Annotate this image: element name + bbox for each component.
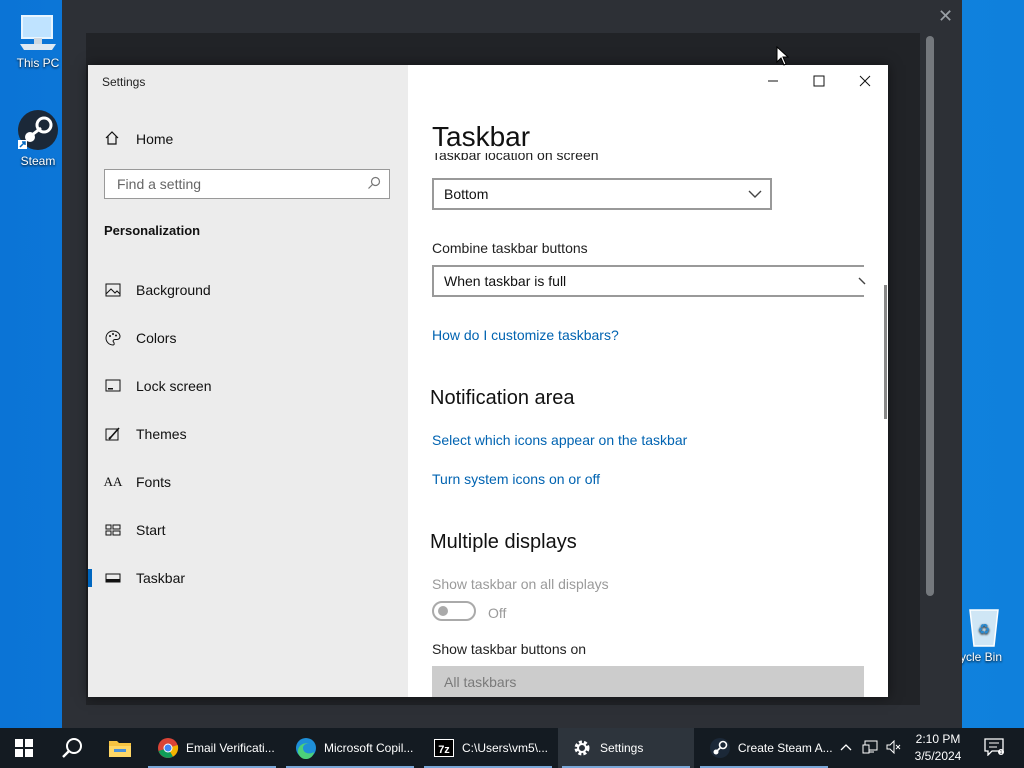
- steam-icon: [16, 108, 60, 152]
- clock-time: 2:10 PM: [915, 732, 961, 746]
- taskbar-app-steam[interactable]: Create Steam A...: [696, 728, 832, 768]
- taskbar-app-label: Create Steam A...: [737, 741, 832, 755]
- select-icons-link[interactable]: Select which icons appear on the taskbar: [432, 432, 687, 448]
- svg-text:♻: ♻: [978, 621, 991, 637]
- volume-muted-icon[interactable]: [886, 739, 902, 757]
- palette-icon: [104, 329, 122, 347]
- sidebar-item-start[interactable]: Start: [88, 511, 408, 549]
- edge-icon: [294, 736, 318, 760]
- close-button[interactable]: [842, 65, 888, 97]
- taskbar-icon: [104, 569, 122, 587]
- sidebar-item-label: Colors: [136, 330, 177, 346]
- picture-icon: [104, 281, 122, 299]
- search-input[interactable]: [115, 170, 359, 198]
- customize-taskbars-link[interactable]: How do I customize taskbars?: [432, 327, 619, 343]
- close-icon[interactable]: ✕: [938, 6, 953, 27]
- show-all-displays-label: Show taskbar on all displays: [432, 576, 609, 592]
- windows-logo-icon: [15, 739, 33, 757]
- nav-home[interactable]: Home: [104, 127, 173, 151]
- location-value: Bottom: [444, 186, 489, 202]
- taskbar-app-7zip[interactable]: 7z C:\Users\vm5\...: [420, 728, 556, 768]
- toggle-state: Off: [488, 605, 507, 621]
- content-scrollbar[interactable]: [884, 285, 887, 419]
- desktop-icon-steam[interactable]: Steam: [8, 108, 68, 168]
- network-icon[interactable]: [862, 740, 878, 757]
- search-box: [104, 169, 390, 199]
- settings-gear-icon: [570, 736, 594, 760]
- search-button[interactable]: [48, 728, 96, 768]
- recycle-bin-icon: ♻: [962, 604, 1006, 648]
- search-icon: [62, 738, 82, 758]
- sidebar-item-background[interactable]: Background: [88, 271, 408, 309]
- sidebar-item-colors[interactable]: Colors: [88, 319, 408, 357]
- desktop-icon-label: This PC: [16, 56, 60, 70]
- svg-text:7z: 7z: [438, 744, 450, 756]
- toggle-knob: [438, 606, 448, 616]
- steam-icon: [708, 736, 732, 760]
- chevron-down-icon: [748, 187, 762, 204]
- start-button[interactable]: [0, 728, 48, 768]
- show-all-displays-toggle[interactable]: [432, 601, 476, 621]
- multiple-displays-heading: Multiple displays: [430, 531, 577, 553]
- sidebar-item-fonts[interactable]: AA Fonts: [88, 463, 408, 501]
- page-title: Taskbar: [432, 121, 531, 152]
- taskbar-app-label: Email Verificati...: [186, 741, 275, 755]
- maximize-button[interactable]: [796, 65, 842, 97]
- folder-icon: [109, 741, 131, 757]
- desktop-icon-label: Steam: [20, 154, 56, 168]
- show-hidden-icons-icon[interactable]: [840, 740, 852, 755]
- system-clock[interactable]: 2:10 PM 3/5/2024: [910, 731, 966, 765]
- chevron-down-icon: [858, 274, 868, 291]
- nav-home-label: Home: [136, 131, 174, 147]
- combine-value: When taskbar is full: [444, 273, 567, 289]
- sidebar-item-label: Fonts: [136, 474, 172, 490]
- sidebar-item-label: Taskbar: [136, 570, 186, 586]
- sidebar-item-label: Start: [136, 522, 166, 538]
- notification-center-icon[interactable]: 1: [984, 738, 1004, 759]
- notification-area-heading: Notification area: [430, 387, 575, 409]
- show-buttons-dropdown[interactable]: All taskbars: [432, 666, 864, 697]
- settings-content: Taskbar Taskbar location on screen Botto…: [408, 65, 888, 697]
- taskbar-app-chrome[interactable]: Email Verificati...: [144, 728, 280, 768]
- svg-text:1: 1: [1000, 750, 1003, 756]
- sidebar-item-label: Themes: [136, 426, 187, 442]
- minimize-button[interactable]: [750, 65, 796, 97]
- taskbar-app-label: C:\Users\vm5\...: [462, 741, 549, 755]
- brush-icon: [104, 425, 122, 443]
- clock-date: 3/5/2024: [914, 749, 962, 763]
- settings-sidebar: Settings Home Personalization Background: [88, 65, 408, 697]
- section-heading: Personalization: [104, 223, 201, 238]
- sidebar-item-lock-screen[interactable]: Lock screen: [88, 367, 408, 405]
- lock-screen-icon: [104, 377, 122, 395]
- location-dropdown[interactable]: Bottom: [432, 178, 772, 210]
- window-title: Settings: [102, 75, 146, 89]
- taskbar-app-label: Microsoft Copil...: [324, 741, 414, 755]
- fonts-icon: AA: [103, 474, 123, 489]
- location-label: Taskbar location on screen: [432, 153, 599, 163]
- chrome-icon: [156, 736, 180, 760]
- sidebar-item-taskbar[interactable]: Taskbar: [88, 559, 408, 597]
- taskbar: Email Verificati... Microsoft Copil... 7…: [0, 728, 1024, 768]
- sidebar-item-label: Lock screen: [136, 378, 212, 394]
- taskbar-app-settings[interactable]: Settings: [558, 728, 694, 768]
- 7zip-icon: 7z: [432, 736, 456, 760]
- system-icons-link[interactable]: Turn system icons on or off: [432, 471, 600, 487]
- settings-window: Settings Home Personalization Background: [88, 65, 888, 697]
- home-icon: [104, 130, 122, 149]
- start-icon: [104, 521, 122, 539]
- computer-icon: [16, 10, 60, 54]
- taskbar-app-edge[interactable]: Microsoft Copil...: [282, 728, 418, 768]
- taskbar-app-label: Settings: [600, 741, 644, 755]
- file-explorer-button[interactable]: [96, 728, 144, 768]
- sidebar-item-themes[interactable]: Themes: [88, 415, 408, 453]
- combine-label: Combine taskbar buttons: [432, 240, 588, 256]
- desktop-icon-this-pc[interactable]: This PC: [8, 10, 68, 70]
- search-icon[interactable]: [367, 176, 381, 195]
- mouse-cursor-icon: [776, 46, 790, 66]
- sidebar-item-label: Background: [136, 282, 211, 298]
- background-window-scrollbar[interactable]: [926, 36, 934, 596]
- combine-dropdown[interactable]: When taskbar is full: [432, 265, 866, 297]
- show-buttons-label: Show taskbar buttons on: [432, 641, 587, 657]
- show-buttons-value: All taskbars: [444, 674, 517, 690]
